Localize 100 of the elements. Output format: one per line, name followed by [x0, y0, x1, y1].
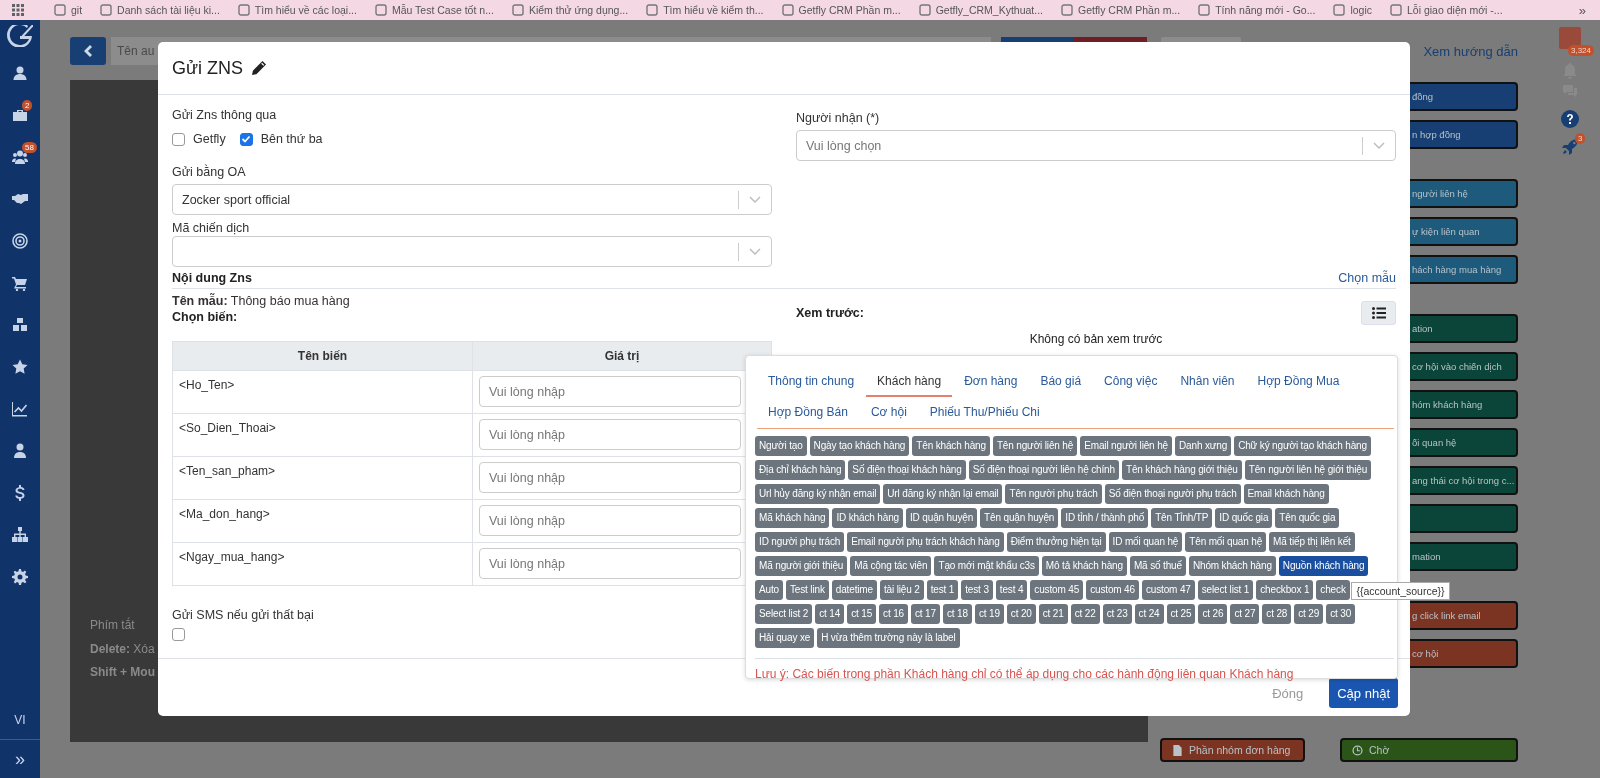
tab[interactable]: Đơn hàng	[953, 366, 1029, 397]
variable-tag[interactable]: ct 23	[1102, 604, 1132, 624]
help-icon[interactable]	[1561, 110, 1579, 128]
variable-tag[interactable]: ct 22	[1070, 604, 1100, 624]
variable-tag[interactable]: Mã cộng tác viên	[850, 556, 932, 576]
variable-tag[interactable]: ID khách hàng	[832, 508, 903, 528]
variable-tag[interactable]: custom 46	[1086, 580, 1139, 600]
variable-tag[interactable]: Test link	[786, 580, 829, 600]
checkbox[interactable]	[172, 628, 185, 641]
variable-tag[interactable]: Tên người liên hệ	[992, 436, 1078, 456]
workflow-step[interactable]: Chờ	[1340, 738, 1518, 762]
user-icon[interactable]	[12, 65, 28, 81]
apps-icon[interactable]	[12, 4, 24, 16]
cubes-icon[interactable]	[12, 317, 28, 333]
bookmark-link[interactable]: Lỗi giao diện mới -...	[1390, 4, 1503, 16]
bookmark-link[interactable]: Tính năng mới - Go...	[1198, 4, 1316, 16]
tab[interactable]: Khách hàng	[866, 366, 953, 397]
variable-tag[interactable]: custom 47	[1141, 580, 1195, 600]
select-field[interactable]: Zocker sport official	[172, 184, 772, 215]
variable-tag[interactable]: ct 30	[1326, 604, 1356, 624]
variable-tag[interactable]: Mô tả khách hàng	[1041, 556, 1127, 576]
variable-tag[interactable]: ct 20	[1006, 604, 1036, 624]
expand-sidebar-button[interactable]: »	[0, 740, 40, 778]
input-field[interactable]: Vui lòng nhập	[479, 462, 741, 493]
variable-tag[interactable]: ct 15	[847, 604, 877, 624]
variable-tag[interactable]: Chữ ký người tạo khách hàng	[1234, 436, 1371, 456]
checkbox[interactable]	[172, 132, 185, 146]
bookmark-link[interactable]: Tìm hiểu về kiểm th...	[646, 4, 764, 16]
tab[interactable]: Phiếu Thu/Phiếu Chi	[918, 397, 1051, 428]
tab[interactable]: Hợp Đồng Bán	[757, 397, 859, 428]
pencil-icon[interactable]	[252, 61, 267, 75]
variable-tag[interactable]: Mã khách hàng	[755, 508, 830, 528]
list-view-button[interactable]	[1361, 301, 1396, 325]
variable-tag[interactable]: Điểm thưởng hiện tại	[1006, 532, 1106, 552]
variable-tag[interactable]: ct 24	[1134, 604, 1164, 624]
variable-tag[interactable]: Số điện thoại khách hàng	[848, 460, 966, 480]
variable-tag[interactable]: Tên quốc gia	[1275, 508, 1340, 528]
variable-tag[interactable]: custom 45	[1030, 580, 1084, 600]
variable-tag[interactable]: Hải quay xe	[755, 628, 815, 648]
variable-tag[interactable]: Tên khách hàng	[912, 436, 990, 456]
rocket-icon[interactable]	[1561, 138, 1579, 156]
variable-tag[interactable]: Tên người phụ trách	[1005, 484, 1102, 504]
bookmark-link[interactable]: Getfly CRM Phần m...	[781, 4, 901, 16]
variable-tag[interactable]: Tên mối quan hệ	[1185, 532, 1267, 552]
variable-tag[interactable]: ct 19	[974, 604, 1004, 624]
variable-tag[interactable]: test 3	[961, 580, 993, 600]
help-link[interactable]: Xem hướng dẫn	[1423, 43, 1518, 59]
update-button[interactable]: Cập nhật	[1329, 678, 1398, 708]
person-icon[interactable]	[12, 443, 28, 459]
variable-tag[interactable]: ct 27	[1230, 604, 1260, 624]
variable-tag[interactable]: tài liệu 2	[879, 580, 924, 600]
checkbox[interactable]	[239, 132, 253, 146]
variable-tag[interactable]: Mã tiếp thị liên kết	[1269, 532, 1355, 552]
variable-tag[interactable]: Nhóm khách hàng	[1188, 556, 1276, 576]
input-field[interactable]: Vui lòng nhập	[479, 548, 741, 579]
sitemap-icon[interactable]	[12, 527, 28, 543]
more-bookmarks-button[interactable]: »	[1578, 2, 1586, 18]
variable-tag[interactable]: check	[1316, 580, 1350, 600]
variable-tag[interactable]: ct 16	[879, 604, 908, 624]
input-field[interactable]: Vui lòng nhập	[479, 419, 741, 450]
line-chart-icon[interactable]	[12, 401, 28, 417]
bookmark-link[interactable]: Danh sách tài liệu ki...	[100, 4, 220, 16]
choose-template-link[interactable]: Chọn mẫu	[1338, 271, 1396, 285]
variable-tag[interactable]: ct 25	[1166, 604, 1196, 624]
variable-tag[interactable]: Số điện thoại người phụ trách	[1104, 484, 1241, 504]
bookmark-link[interactable]: Tìm hiểu về các loại...	[237, 4, 357, 16]
bookmark-link[interactable]: git	[54, 4, 83, 16]
variable-tag[interactable]: ct 26	[1198, 604, 1228, 624]
users-icon[interactable]	[12, 149, 28, 165]
bookmark-link[interactable]: Getfly_CRM_Kythuat...	[918, 4, 1044, 16]
variable-tag[interactable]: Số điện thoại người liên hệ chính	[968, 460, 1119, 480]
input-field[interactable]: Vui lòng nhập	[479, 505, 741, 536]
variable-tag[interactable]: Email khách hàng	[1243, 484, 1329, 504]
select-field[interactable]	[172, 236, 772, 267]
variable-tag[interactable]: ct 29	[1294, 604, 1324, 624]
bookmark-link[interactable]: Mẫu Test Case tốt n...	[374, 4, 494, 16]
tab[interactable]: Báo giá	[1029, 366, 1093, 397]
handshake-icon[interactable]	[12, 191, 28, 207]
variable-tag[interactable]: Tên quận huyện	[980, 508, 1059, 528]
variable-tag[interactable]: Select list 2	[755, 604, 813, 624]
variable-tag[interactable]: ID tỉnh / thành phố	[1061, 508, 1149, 528]
variable-tag[interactable]: Tên người liên hệ giới thiệu	[1244, 460, 1372, 480]
variable-tag[interactable]: datetime	[831, 580, 877, 600]
variable-tag[interactable]: Danh xưng	[1175, 436, 1232, 456]
variable-tag[interactable]: Địa chỉ khách hàng	[755, 460, 846, 480]
workflow-step[interactable]: Phần nhóm đơn hàng	[1160, 738, 1305, 762]
variable-tag[interactable]: ct 14	[815, 604, 845, 624]
variable-tag[interactable]: Mã người giới thiệu	[755, 556, 848, 576]
star-icon[interactable]	[12, 359, 28, 375]
variable-tag[interactable]: ID quốc gia	[1215, 508, 1273, 528]
tab[interactable]: Cơ hội	[859, 397, 918, 428]
cart-icon[interactable]	[12, 275, 28, 291]
variable-tag[interactable]: Ngày tạo khách hàng	[809, 436, 910, 456]
variable-tag[interactable]: Tên khách hàng giới thiệu	[1121, 460, 1242, 480]
variable-tag[interactable]: Tên Tỉnh/TP	[1151, 508, 1213, 528]
variable-tag[interactable]: test 4	[995, 580, 1028, 600]
settings-icon[interactable]	[12, 569, 28, 585]
variable-tag[interactable]: test 1	[926, 580, 959, 600]
variable-tag[interactable]: ID quận huyện	[906, 508, 978, 528]
select-field[interactable]: Vui lòng chọn	[796, 130, 1396, 161]
